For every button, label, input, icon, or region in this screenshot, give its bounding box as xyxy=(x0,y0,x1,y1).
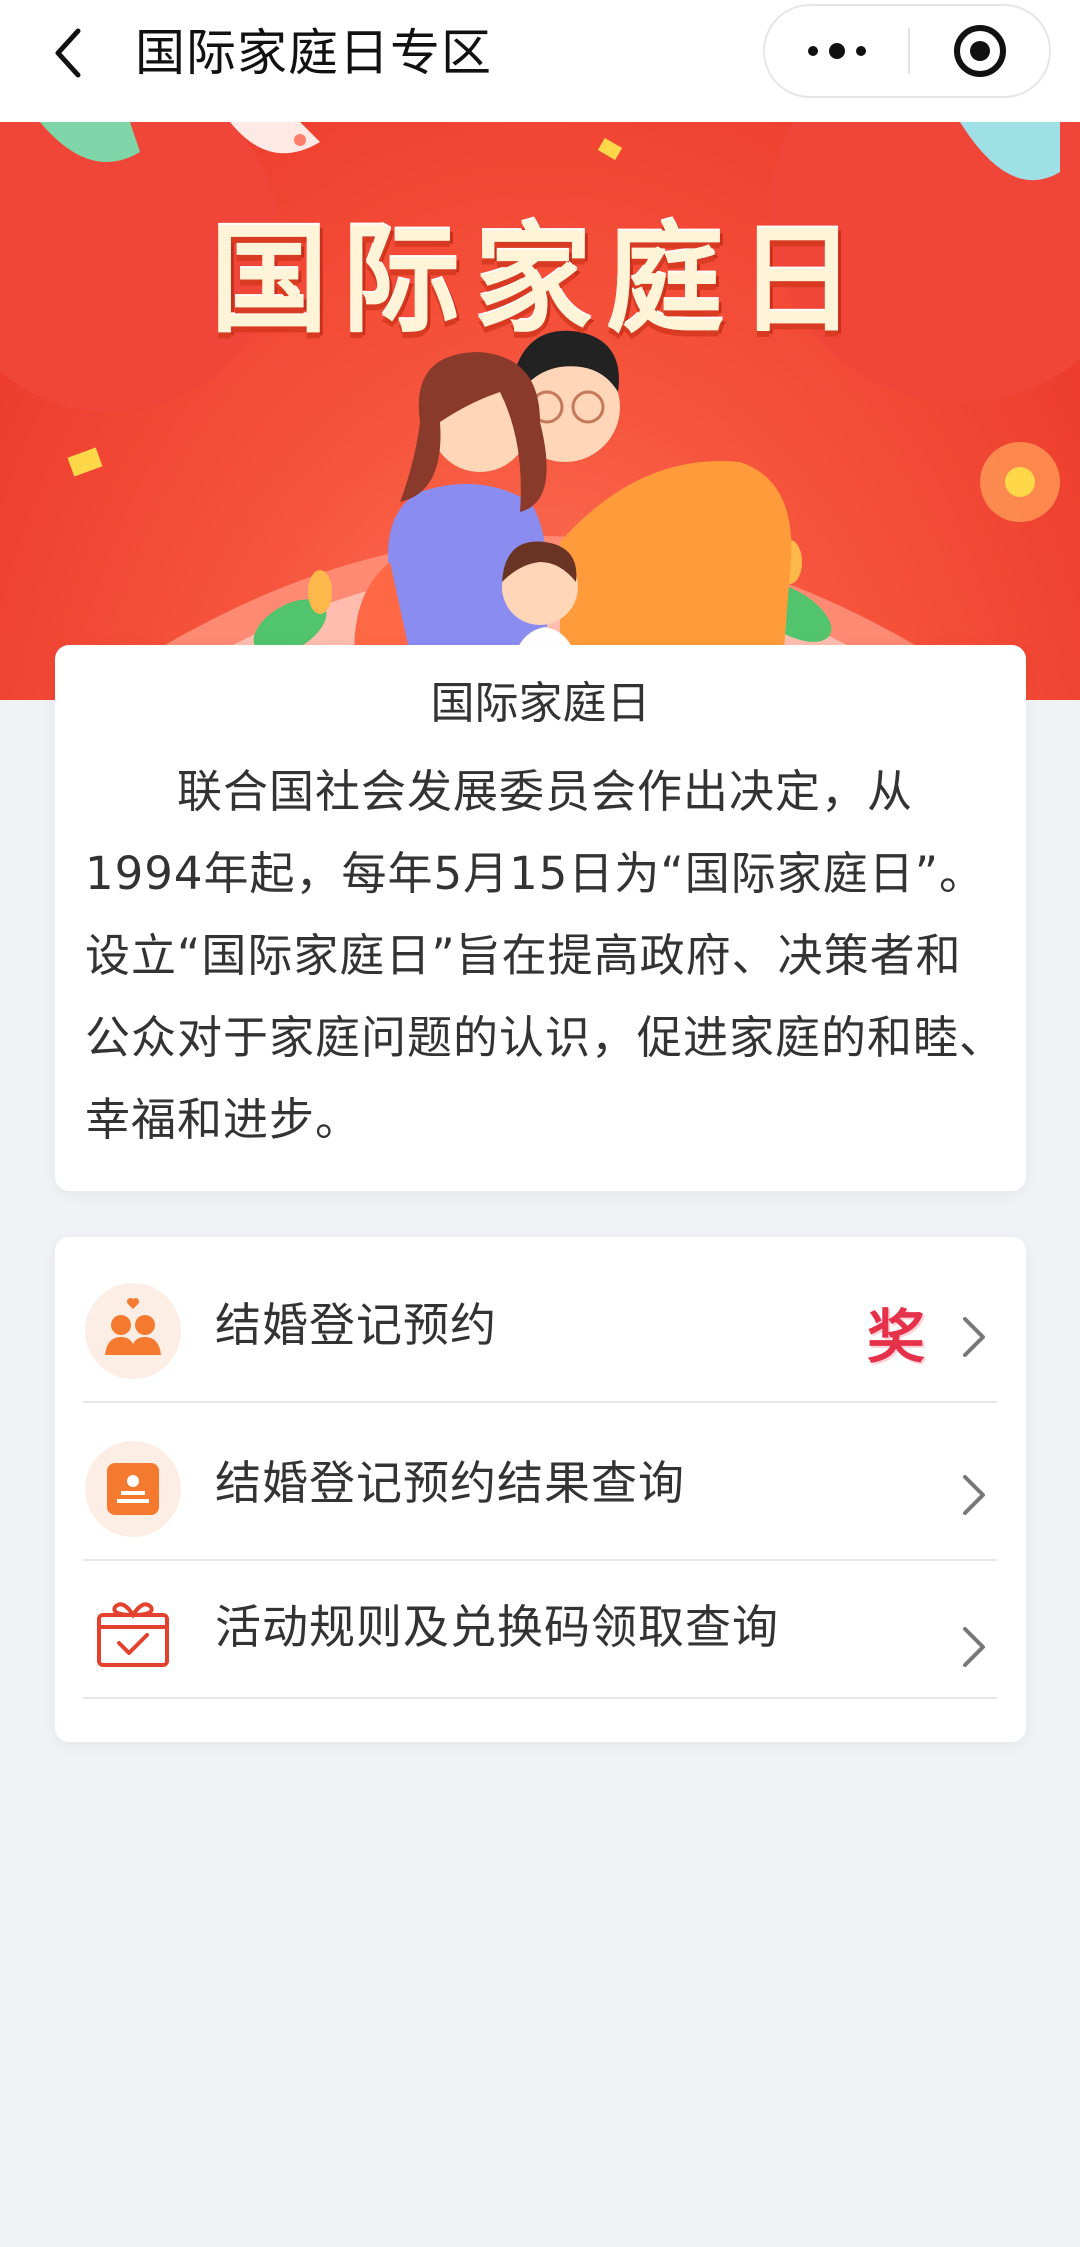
service-menu-card: 结婚登记预约 奖 结婚登记预约结果查询 活动规则及兑换码领取查询 xyxy=(55,1237,1026,1742)
banner-title: 国际家庭日 xyxy=(209,211,870,349)
gift-box-icon xyxy=(85,1585,181,1681)
prize-badge: 奖 xyxy=(866,1303,925,1371)
menu-item-appointment-result[interactable]: 结婚登记预约结果查询 xyxy=(83,1403,997,1561)
menu-item-label: 结婚登记预约结果查询 xyxy=(215,1456,685,1510)
page-title: 国际家庭日专区 xyxy=(135,24,492,82)
chevron-right-icon xyxy=(963,1317,985,1357)
certificate-icon xyxy=(85,1441,181,1537)
more-button[interactable] xyxy=(765,6,908,96)
intro-title: 国际家庭日 xyxy=(430,678,651,729)
intro-card: 国际家庭日 联合国社会发展委员会作出决定，从1994年起，每年5月15日为“国际… xyxy=(55,645,1026,1191)
more-dots-icon xyxy=(807,43,866,59)
mini-program-capsule xyxy=(763,4,1051,98)
menu-item-activity-rules[interactable]: 活动规则及兑换码领取查询 xyxy=(83,1561,997,1699)
back-button[interactable] xyxy=(38,18,98,88)
menu-item-label: 活动规则及兑换码领取查询 xyxy=(215,1600,779,1654)
chevron-right-icon xyxy=(963,1627,985,1667)
chevron-right-icon xyxy=(963,1475,985,1515)
hero-banner: 国际家庭日 xyxy=(0,122,1080,700)
menu-item-label: 结婚登记预约 xyxy=(215,1298,497,1352)
menu-item-marriage-appointment[interactable]: 结婚登记预约 奖 xyxy=(83,1245,997,1403)
intro-text: 联合国社会发展委员会作出决定，从1994年起，每年5月15日为“国际家庭日”。设… xyxy=(85,765,1006,1146)
close-target-icon xyxy=(953,25,1006,77)
top-nav-bar: 国际家庭日专区 xyxy=(0,0,1080,122)
close-button[interactable] xyxy=(910,6,1049,96)
couple-icon xyxy=(85,1283,181,1379)
chevron-left-icon xyxy=(55,28,81,78)
